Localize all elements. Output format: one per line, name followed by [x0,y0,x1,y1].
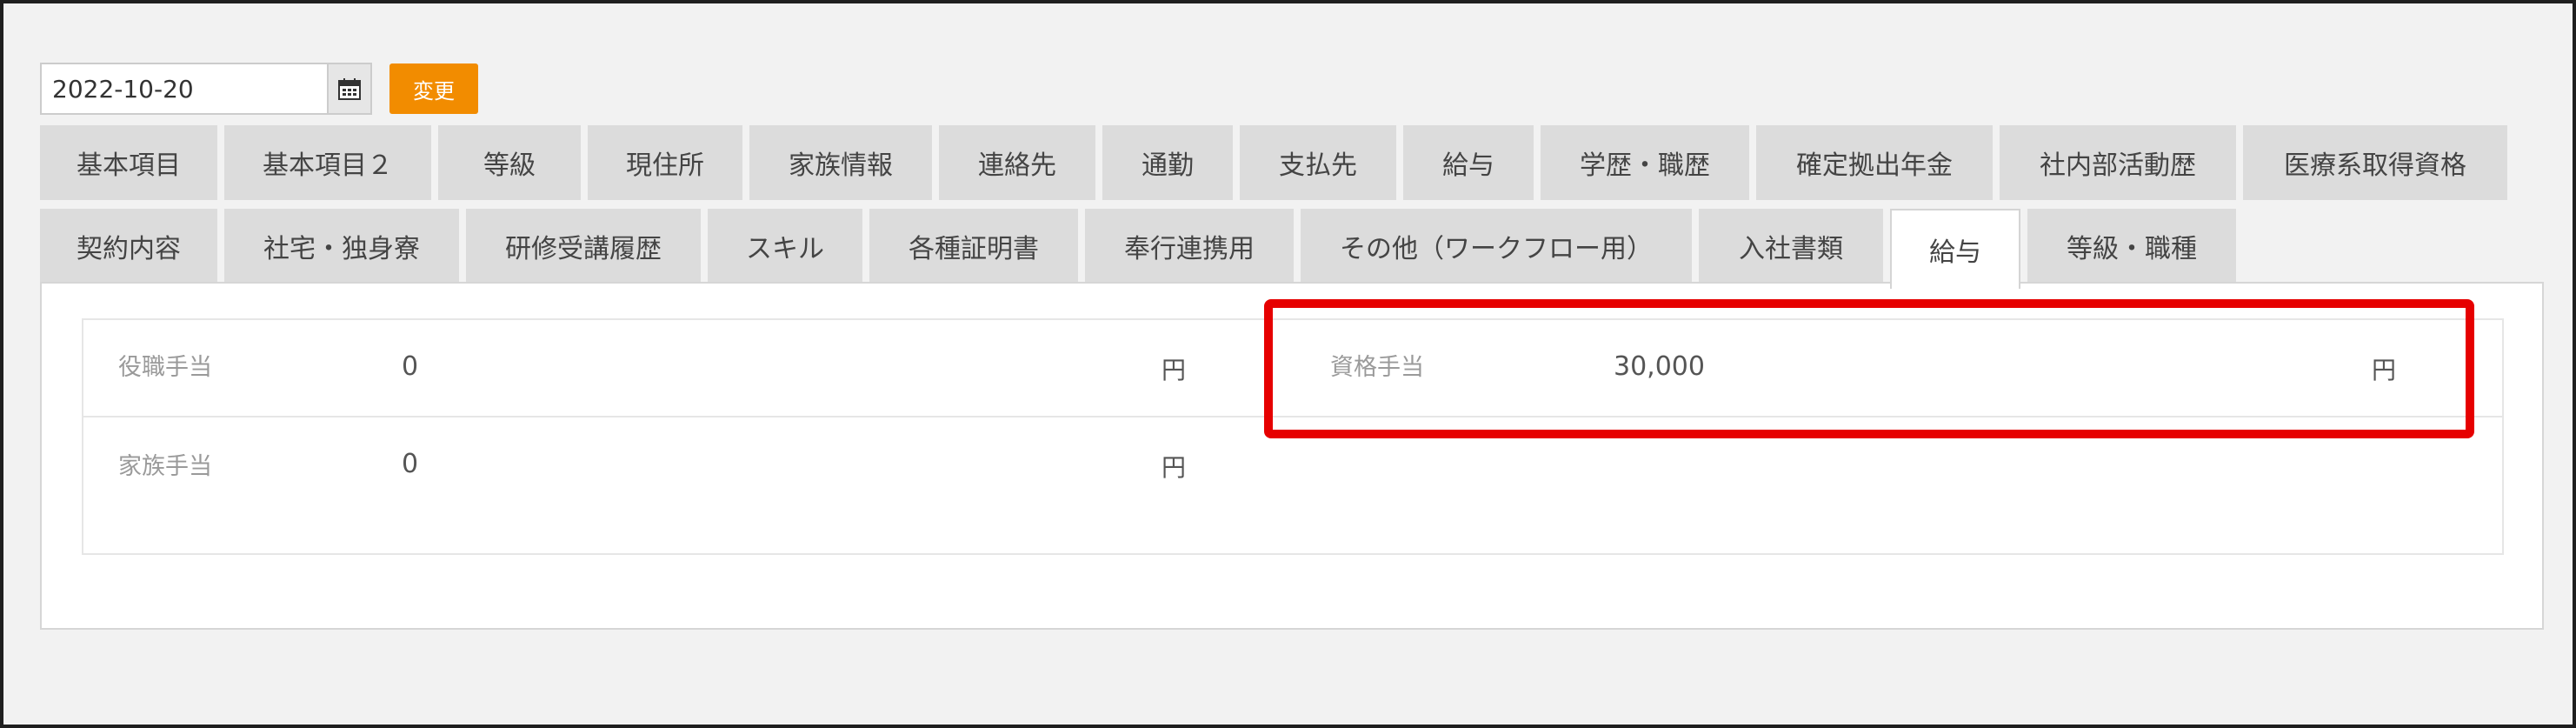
salary-panel: 役職手当 0 円 資格手当 30,000 円 家族手当 0 円 [40,282,2544,630]
tab-salary[interactable]: 給与 [1403,125,1534,200]
date-toolbar: 変更 [40,63,478,115]
qualification-allowance-unit: 円 [2372,356,2397,384]
tab-basic-items-2[interactable]: 基本項目２ [224,125,431,200]
row-divider [83,416,2502,417]
tab-bar-row-1: 基本項目 基本項目２ 等級 現住所 家族情報 連絡先 通勤 支払先 給与 学歴・… [40,125,2507,200]
tab-bugyo-integration[interactable]: 奉行連携用 [1085,209,1294,284]
tab-education-career[interactable]: 学歴・職歴 [1541,125,1749,200]
date-input[interactable] [40,63,329,115]
tab-other-workflow[interactable]: その他（ワークフロー用） [1301,209,1692,284]
tab-family-info[interactable]: 家族情報 [749,125,932,200]
calendar-icon [336,76,363,102]
tab-grade[interactable]: 等級 [438,125,581,200]
tab-salary-active[interactable]: 給与 [1890,209,2020,289]
tab-onboarding-documents[interactable]: 入社書類 [1699,209,1883,284]
tab-company-housing[interactable]: 社宅・独身寮 [224,209,459,284]
window-frame: 変更 基本項目 基本項目２ 等級 現住所 家族情報 連絡先 通勤 支払先 給与 … [0,0,2576,728]
tab-contact[interactable]: 連絡先 [939,125,1095,200]
tab-contract[interactable]: 契約内容 [40,209,217,284]
family-allowance-value: 0 [402,449,419,479]
tab-commute[interactable]: 通勤 [1102,125,1233,200]
tab-grade-job-type[interactable]: 等級・職種 [2027,209,2236,284]
tab-training-history[interactable]: 研修受講履歴 [466,209,701,284]
allowance-table: 役職手当 0 円 資格手当 30,000 円 家族手当 0 円 [82,318,2504,555]
tab-bar-row-2: 契約内容 社宅・独身寮 研修受講履歴 スキル 各種証明書 奉行連携用 その他（ワ… [40,209,2236,289]
family-allowance-unit: 円 [1162,453,1187,482]
position-allowance-unit: 円 [1162,356,1187,384]
tab-medical-qualifications[interactable]: 医療系取得資格 [2243,125,2507,200]
qualification-allowance-value: 30,000 [1614,351,1705,382]
tab-defined-contribution[interactable]: 確定拠出年金 [1756,125,1993,200]
family-allowance-label: 家族手当 [118,453,212,480]
tab-club-history[interactable]: 社内部活動歴 [2000,125,2236,200]
tab-certificates[interactable]: 各種証明書 [869,209,1078,284]
tab-payee[interactable]: 支払先 [1240,125,1396,200]
tab-skills[interactable]: スキル [708,209,862,284]
change-button[interactable]: 変更 [389,63,478,114]
qualification-allowance-label: 資格手当 [1330,354,1424,381]
position-allowance-value: 0 [402,351,419,382]
tab-current-address[interactable]: 現住所 [588,125,742,200]
tab-basic-items[interactable]: 基本項目 [40,125,217,200]
position-allowance-label: 役職手当 [118,354,212,381]
calendar-button[interactable] [329,63,372,115]
